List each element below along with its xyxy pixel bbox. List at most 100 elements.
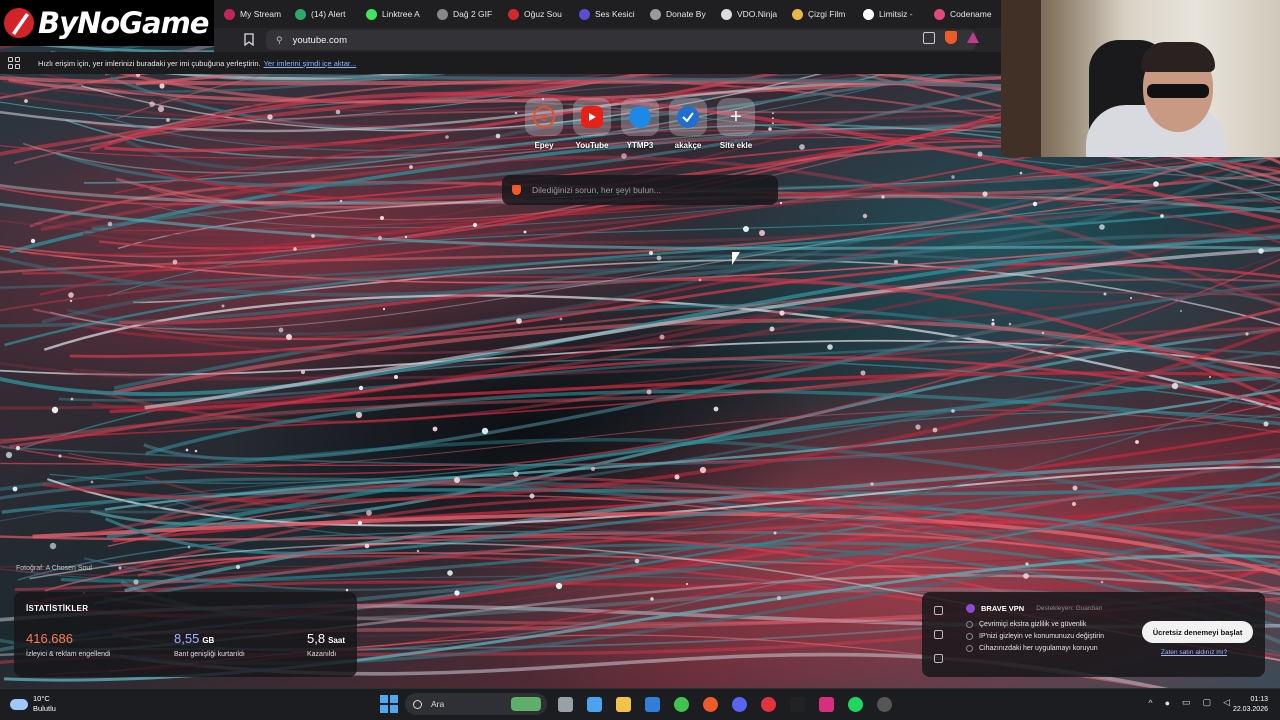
browser-tab-label: (14) Alert bbox=[311, 9, 346, 19]
mail-icon[interactable] bbox=[641, 693, 663, 715]
cutter-icon bbox=[579, 8, 590, 20]
vpn-name: BRAVE VPN bbox=[981, 604, 1025, 613]
address-url: youtube.com bbox=[292, 34, 347, 46]
browser-tab[interactable]: Çizgi Film bbox=[788, 3, 859, 25]
webcam-overlay bbox=[1001, 0, 1280, 157]
clock-time: 01:13 bbox=[1250, 696, 1268, 703]
browser-tab[interactable]: My Stream bbox=[220, 3, 291, 25]
brave-icon[interactable] bbox=[699, 693, 721, 715]
vpn-purchased-link[interactable]: Zaten satın aldınız mı? bbox=[1161, 649, 1227, 656]
app-red-icon[interactable] bbox=[757, 693, 779, 715]
stat-trackers: 416.686 İzleyici & reklam engellendi bbox=[26, 630, 110, 658]
vpn-shield-icon[interactable] bbox=[933, 605, 943, 615]
chevron-up-icon[interactable]: ^ bbox=[1148, 698, 1152, 708]
weather-desc: Bulutlu bbox=[33, 704, 56, 713]
tiktok-icon[interactable] bbox=[786, 693, 808, 715]
top-site-label: Site ekle bbox=[719, 141, 753, 150]
browser-toolbar: ⚲ youtube.com bbox=[214, 28, 1001, 52]
vpn-alert-icon[interactable] bbox=[933, 629, 943, 639]
top-site-epey[interactable]: e Epey bbox=[525, 98, 563, 150]
alert-icon bbox=[295, 8, 306, 20]
bookmarks-bar: Hızlı erişim için, yer imlerinizi burada… bbox=[0, 52, 1001, 74]
clock[interactable]: 01:13 22.03.2026 bbox=[1233, 695, 1268, 715]
weather-widget[interactable]: 10°C Bulutlu bbox=[10, 694, 56, 714]
brave-rewards-icon[interactable] bbox=[967, 32, 979, 43]
mouse-cursor bbox=[732, 252, 740, 265]
vpn-trial-button[interactable]: Ücretsiz denemeyi başlat bbox=[1142, 621, 1253, 643]
channel-logo: ByNoGame bbox=[0, 0, 214, 46]
browser-tab[interactable]: Codename bbox=[930, 3, 1001, 25]
taskbar-search[interactable]: Ara bbox=[405, 693, 547, 715]
search-box[interactable]: Dilediğinizi sorun, her şeyi bulun... bbox=[502, 175, 778, 205]
browser-tab-label: Çizgi Film bbox=[808, 9, 846, 19]
browser-tab[interactable]: Dağ 2 GIF bbox=[433, 3, 504, 25]
stream-icon bbox=[224, 8, 235, 20]
browser-tab[interactable]: Ses Kesici bbox=[575, 3, 646, 25]
discord-icon[interactable] bbox=[728, 693, 750, 715]
start-button[interactable] bbox=[380, 695, 398, 713]
browser-tab[interactable]: Donate By bbox=[646, 3, 717, 25]
top-sites: e Epey YouTube YTMP3 akakçe + Site ekle bbox=[525, 98, 755, 150]
top-sites-more-icon[interactable]: · · · bbox=[770, 105, 776, 129]
stats-title: İSTATİSTİKLER bbox=[26, 604, 89, 613]
top-site-label: YouTube bbox=[575, 141, 609, 150]
spotify-icon[interactable] bbox=[844, 693, 866, 715]
vpn-feature: Çevrimiçi ekstra gizlilik ve güvenlik bbox=[966, 621, 1104, 628]
top-site-akakçe[interactable]: akakçe bbox=[669, 98, 707, 150]
top-site-label: akakçe bbox=[674, 141, 702, 150]
address-bar[interactable]: ⚲ youtube.com bbox=[266, 30, 976, 50]
photo-credit[interactable]: Fotoğraf: A Chosen Soul bbox=[16, 565, 92, 572]
cloud-icon bbox=[10, 698, 28, 710]
browser-tab[interactable]: VDO.Ninja bbox=[717, 3, 788, 25]
stat-bandwidth-desc: Bant genişliği kurtarıldı bbox=[174, 651, 245, 658]
browser-tab-label: Limitsiz - bbox=[879, 9, 913, 19]
obs-icon[interactable] bbox=[873, 693, 895, 715]
stat-bandwidth-unit: GB bbox=[202, 636, 215, 645]
import-bookmarks-link[interactable]: Yer imlerini şimdi içe aktar... bbox=[264, 59, 357, 68]
browser-tab-label: VDO.Ninja bbox=[737, 9, 778, 19]
bookmark-icon[interactable] bbox=[244, 33, 256, 47]
plus-icon: + bbox=[730, 105, 742, 128]
top-site-youtube[interactable]: YouTube bbox=[573, 98, 611, 150]
logo-pen-icon bbox=[2, 6, 36, 40]
browser-tab[interactable]: Limitsiz - bbox=[859, 3, 930, 25]
display-icon[interactable]: ▢ bbox=[1203, 697, 1212, 708]
clock-date: 22.03.2026 bbox=[1232, 706, 1268, 713]
ninja-icon bbox=[721, 8, 732, 20]
volume-icon[interactable]: ◁ bbox=[1223, 697, 1230, 708]
stats-widget: İSTATİSTİKLER 416.686 İzleyici & reklam … bbox=[14, 592, 357, 677]
akakce-icon bbox=[677, 106, 699, 128]
vpn-sponsor: Destekleyen: Guardian bbox=[1036, 605, 1103, 612]
system-tray: ^ ● ▭ ▢ ◁ bbox=[1148, 697, 1230, 708]
browser-tab-label: Oğuz Sou bbox=[524, 9, 562, 19]
stat-bandwidth-value: 8,55 bbox=[174, 631, 200, 646]
instagram-icon[interactable] bbox=[815, 693, 837, 715]
browser-tab-label: Ses Kesici bbox=[595, 9, 635, 19]
browser-tab[interactable]: Oğuz Sou bbox=[504, 3, 575, 25]
browser-tab[interactable]: (14) Alert bbox=[291, 3, 362, 25]
microphone-icon[interactable]: ● bbox=[1165, 698, 1170, 708]
share-icon[interactable] bbox=[923, 31, 935, 44]
stat-time-value: 5,8 bbox=[307, 631, 326, 646]
whatsapp-icon[interactable] bbox=[670, 693, 692, 715]
folder-icon[interactable] bbox=[612, 693, 634, 715]
top-site-ytmp3[interactable]: YTMP3 bbox=[621, 98, 659, 150]
browser-tab-label: Donate By bbox=[666, 9, 706, 19]
sound-icon bbox=[508, 8, 519, 20]
gif-icon bbox=[437, 8, 448, 20]
browser-tab[interactable]: Linktree A bbox=[362, 3, 433, 25]
vpn-feature: Cihazınızdaki her uygulamayı koruyun bbox=[966, 645, 1104, 652]
vpn-video-icon[interactable] bbox=[933, 654, 943, 664]
search-icon bbox=[413, 699, 422, 709]
site-settings-icon[interactable]: ⚲ bbox=[276, 35, 283, 46]
brave-search-icon bbox=[512, 185, 521, 195]
apps-grid-icon[interactable] bbox=[8, 57, 20, 69]
store-icon[interactable] bbox=[583, 693, 605, 715]
file-manager-icon[interactable] bbox=[554, 693, 576, 715]
top-site-site-ekle[interactable]: + Site ekle bbox=[717, 98, 755, 150]
stat-time: 5,8 Saat Kazanıldı bbox=[307, 630, 345, 658]
cartoon-icon bbox=[792, 8, 803, 20]
keyboard-icon[interactable]: ▭ bbox=[1182, 697, 1191, 708]
vpn-widget: BRAVE VPN Destekleyen: Guardian Çevrimiç… bbox=[922, 592, 1265, 677]
brave-shields-icon[interactable] bbox=[945, 31, 957, 44]
